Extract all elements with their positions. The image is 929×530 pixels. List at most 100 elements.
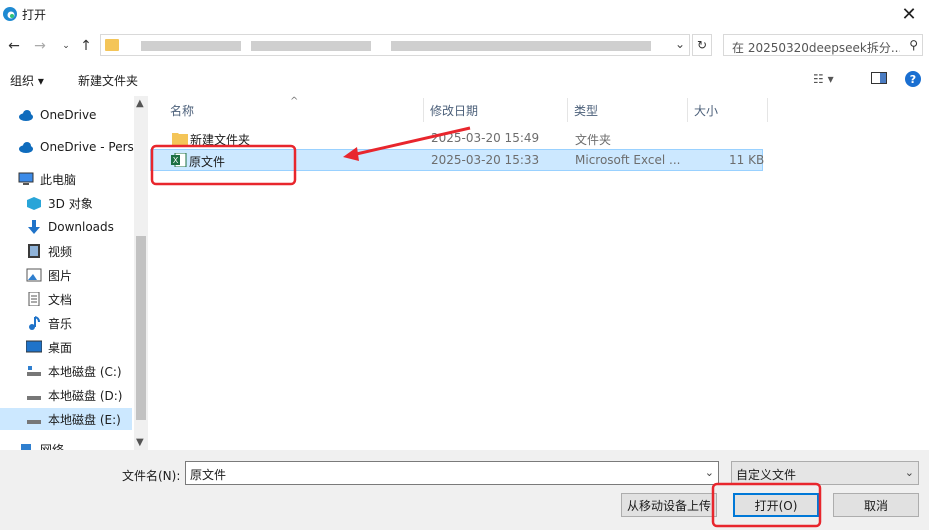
chevron-down-icon: ⌄ xyxy=(904,466,914,479)
nav-item-videos[interactable]: 视频 xyxy=(0,240,132,262)
chevron-up-icon[interactable]: ▲ xyxy=(136,98,144,109)
folder-icon xyxy=(172,133,188,145)
nav-item-label: OneDrive xyxy=(40,108,97,122)
3d-objects-icon xyxy=(27,197,41,210)
button-label: 取消 xyxy=(863,498,888,513)
file-size: 11 KB xyxy=(729,153,765,167)
drive-icon xyxy=(27,396,41,400)
forward-button[interactable]: → xyxy=(30,36,50,56)
nav-item-label: 文档 xyxy=(48,292,73,307)
cloud-icon xyxy=(19,110,33,121)
nav-item-onedrive-personal[interactable]: OneDrive - Perso xyxy=(0,136,141,158)
nav-item-downloads[interactable]: Downloads xyxy=(0,216,132,238)
scroll-thumb[interactable] xyxy=(136,236,146,420)
music-icon xyxy=(29,316,40,330)
search-placeholder: 在 20250320deepseek拆分... xyxy=(732,41,900,55)
window-title: 打开 xyxy=(22,8,47,22)
table-row-selected[interactable]: X 原文件 2025-03-20 15:33 Microsoft Excel .… xyxy=(150,149,765,171)
computer-icon xyxy=(18,172,34,185)
nav-item-label: 本地磁盘 (C:) xyxy=(48,364,122,379)
chevron-down-icon: ⌄ xyxy=(62,41,70,51)
video-icon xyxy=(28,244,40,258)
column-header-size[interactable]: 大小 xyxy=(688,98,768,122)
nav-item-drive-d[interactable]: 本地磁盘 (D:) xyxy=(0,384,132,406)
back-button[interactable]: ← xyxy=(4,36,24,56)
column-header-modified[interactable]: 修改日期 xyxy=(424,98,568,122)
title-bar: 打开 ✕ xyxy=(0,0,929,28)
open-button[interactable]: 打开(O) xyxy=(733,493,819,517)
nav-item-label: 本地磁盘 (E:) xyxy=(48,412,121,427)
command-bar: 组织 ▾ 新建文件夹 xyxy=(0,64,929,94)
column-header-name[interactable]: 名称 xyxy=(164,98,424,122)
excel-file-icon: X xyxy=(171,153,187,167)
chevron-down-icon[interactable]: ⌄ xyxy=(675,37,685,51)
column-header-label: 名称 xyxy=(170,103,195,118)
cloud-icon xyxy=(19,142,33,153)
file-name: 新建文件夹 xyxy=(190,133,251,147)
desktop-icon xyxy=(26,340,42,353)
navigation-pane: OneDrive OneDrive - Perso 此电脑 3D 对象 Down… xyxy=(0,96,148,450)
nav-item-3d-objects[interactable]: 3D 对象 xyxy=(0,192,132,214)
nav-item-desktop[interactable]: 桌面 xyxy=(0,336,132,358)
search-input[interactable]: 在 20250320deepseek拆分... ⚲ xyxy=(723,34,923,56)
filename-field[interactable]: 原文件 ⌄ xyxy=(185,461,719,485)
filename-value: 原文件 xyxy=(190,468,227,482)
column-header-type[interactable]: 类型 xyxy=(568,98,688,122)
file-modified: 2025-03-20 15:33 xyxy=(431,153,540,167)
arrow-up-icon: ↑ xyxy=(80,38,92,54)
up-button[interactable]: ↑ xyxy=(76,36,96,56)
organize-button[interactable]: 组织 ▾ xyxy=(10,72,44,89)
drive-icon xyxy=(27,420,41,424)
address-row: ← → ⌄ ↑ ⌄ ↻ 在 20250320deepseek拆分... ⚲ xyxy=(0,32,929,60)
recent-locations-button[interactable]: ⌄ xyxy=(56,36,76,56)
nav-item-onedrive[interactable]: OneDrive xyxy=(0,104,132,126)
nav-item-network[interactable]: 网络 xyxy=(0,438,132,450)
nav-item-label: OneDrive - Perso xyxy=(40,140,142,154)
nav-item-label: 本地磁盘 (D:) xyxy=(48,388,123,403)
table-row[interactable]: 新建文件夹 2025-03-20 15:49 文件夹 xyxy=(150,128,763,150)
document-icon xyxy=(28,292,40,306)
nav-item-label: 音乐 xyxy=(48,316,73,331)
close-icon: ✕ xyxy=(901,3,917,25)
nav-item-label: 视频 xyxy=(48,244,73,259)
download-icon xyxy=(28,220,40,234)
address-path-redacted xyxy=(141,41,241,51)
view-options-icon[interactable]: ☷ ▾ xyxy=(813,72,834,86)
close-button[interactable]: ✕ xyxy=(889,0,929,28)
file-modified: 2025-03-20 15:49 xyxy=(431,131,540,145)
filetype-value: 自定义文件 xyxy=(736,468,797,482)
nav-item-pictures[interactable]: 图片 xyxy=(0,264,132,286)
file-type: Microsoft Excel ... xyxy=(575,153,681,167)
column-header-label: 类型 xyxy=(574,103,599,118)
refresh-button[interactable]: ↻ xyxy=(692,34,712,56)
nav-item-this-pc[interactable]: 此电脑 xyxy=(0,168,132,190)
network-icon xyxy=(21,444,31,450)
dialog-footer: 文件名(N): 原文件 ⌄ 自定义文件 ⌄ 从移动设备上传 打开(O) 取消 xyxy=(0,450,929,530)
picture-icon xyxy=(26,268,42,282)
upload-from-mobile-button[interactable]: 从移动设备上传 xyxy=(621,493,717,517)
file-type: 文件夹 xyxy=(575,133,612,147)
nav-item-label: 3D 对象 xyxy=(48,196,93,211)
folder-icon xyxy=(105,39,119,51)
address-bar[interactable]: ⌄ xyxy=(100,34,690,56)
arrow-left-icon: ← xyxy=(8,38,20,54)
file-name: 原文件 xyxy=(189,155,226,169)
nav-item-drive-c[interactable]: 本地磁盘 (C:) xyxy=(0,360,132,382)
nav-item-documents[interactable]: 文档 xyxy=(0,288,132,310)
chevron-down-icon[interactable]: ⌄ xyxy=(705,466,714,479)
nav-scrollbar[interactable]: ▲ ▼ xyxy=(134,96,148,450)
cancel-button[interactable]: 取消 xyxy=(833,493,919,517)
preview-pane-icon[interactable] xyxy=(871,72,887,84)
file-list: ^ 名称 修改日期 类型 大小 新建文件夹 2025-03-20 15:49 文… xyxy=(148,96,929,450)
new-folder-button[interactable]: 新建文件夹 xyxy=(78,72,138,89)
nav-item-music[interactable]: 音乐 xyxy=(0,312,132,334)
nav-item-label: 此电脑 xyxy=(40,172,77,187)
column-header-label: 大小 xyxy=(694,103,719,118)
help-icon[interactable]: ? xyxy=(905,71,921,87)
refresh-icon: ↻ xyxy=(696,38,708,52)
chevron-down-icon[interactable]: ▼ xyxy=(136,437,144,448)
filetype-select[interactable]: 自定义文件 ⌄ xyxy=(731,461,919,485)
edge-icon xyxy=(3,7,17,21)
column-header-label: 修改日期 xyxy=(430,103,479,118)
nav-item-drive-e[interactable]: 本地磁盘 (E:) xyxy=(0,408,132,430)
